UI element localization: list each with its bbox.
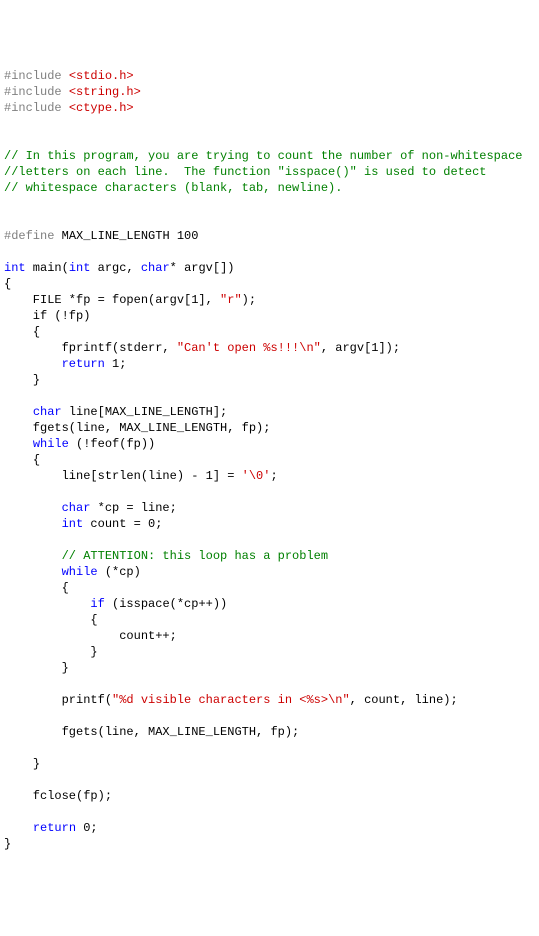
comment-attention: // ATTENTION: this loop has a problem: [62, 549, 328, 563]
brace: {: [4, 277, 11, 291]
include-header: <stdio.h>: [69, 69, 134, 83]
keyword-int: int: [62, 517, 84, 531]
brace: }: [90, 645, 97, 659]
argv-part: * argv[]): [170, 261, 235, 275]
brace: }: [33, 757, 40, 771]
brace: }: [4, 837, 11, 851]
brace: }: [62, 661, 69, 675]
brace: {: [33, 325, 40, 339]
cp-decl: *cp = line;: [90, 501, 176, 515]
keyword-char: char: [33, 405, 62, 419]
if-fp: if (!fp): [4, 309, 90, 323]
fgets-call: fgets(line, MAX_LINE_LENGTH, fp);: [4, 725, 299, 739]
if-isspace: (isspace(*cp++)): [105, 597, 227, 611]
while-cp: (*cp): [98, 565, 141, 579]
keyword-while: while: [62, 565, 98, 579]
semicolon: ;: [270, 469, 277, 483]
keyword-int: int: [69, 261, 91, 275]
keyword-return: return: [33, 821, 76, 835]
comment-line: // whitespace characters (blank, tab, ne…: [4, 181, 342, 195]
fprintf-line: fprintf(stderr,: [4, 341, 177, 355]
keyword-if: if: [90, 597, 104, 611]
preproc-include: #include: [4, 69, 69, 83]
brace: {: [62, 581, 69, 595]
preproc-include: #include: [4, 85, 69, 99]
preproc-include: #include: [4, 101, 69, 115]
brace: {: [90, 613, 97, 627]
keyword-return: return: [62, 357, 105, 371]
fclose-call: fclose(fp);: [4, 789, 112, 803]
keyword-while: while: [33, 437, 69, 451]
keyword-int: int: [4, 261, 26, 275]
include-header: <ctype.h>: [69, 101, 134, 115]
string-visible: "%d visible characters in <%s>\n": [112, 693, 350, 707]
include-header: <string.h>: [69, 85, 141, 99]
string-nul: '\0': [242, 469, 271, 483]
string-err: "Can't open %s!!!\n": [177, 341, 321, 355]
return-val: 1;: [105, 357, 127, 371]
code-block: #include <stdio.h> #include <string.h> #…: [4, 68, 535, 852]
count-decl: count = 0;: [83, 517, 162, 531]
fgets-call: fgets(line, MAX_LINE_LENGTH, fp);: [4, 421, 270, 435]
brace: }: [33, 373, 40, 387]
argc-part: argc,: [90, 261, 140, 275]
line-end: );: [242, 293, 256, 307]
fopen-line: FILE *fp = fopen(argv[1],: [4, 293, 220, 307]
fprintf-args: , argv[1]);: [321, 341, 400, 355]
line-decl: line[MAX_LINE_LENGTH];: [62, 405, 228, 419]
printf-args: , count, line);: [350, 693, 458, 707]
keyword-char: char: [141, 261, 170, 275]
comment-line: //letters on each line. The function "is…: [4, 165, 486, 179]
comment-line: // In this program, you are trying to co…: [4, 149, 522, 163]
count-inc: count++;: [4, 629, 177, 643]
define-value: MAX_LINE_LENGTH 100: [54, 229, 198, 243]
while-cond: (!feof(fp)): [69, 437, 155, 451]
return-val: 0;: [76, 821, 98, 835]
strlen-line: line[strlen(line) - 1] =: [4, 469, 242, 483]
string-r: "r": [220, 293, 242, 307]
main-sig: main(: [26, 261, 69, 275]
printf-line: printf(: [4, 693, 112, 707]
keyword-char: char: [62, 501, 91, 515]
preproc-define: #define: [4, 229, 54, 243]
brace: {: [33, 453, 40, 467]
